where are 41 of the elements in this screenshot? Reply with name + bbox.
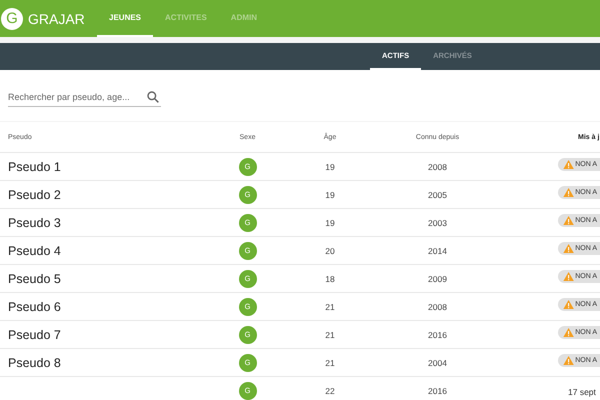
table-cell: 19: [325, 162, 335, 172]
table-cell: 2008: [428, 162, 447, 172]
app-name: GRAJAR: [28, 10, 85, 26]
table-cell: 18: [325, 274, 335, 284]
search-icon: [147, 91, 159, 103]
table-cell: 19: [325, 218, 335, 228]
table-cell: Pseudo 4: [8, 244, 61, 258]
warning-icon: [563, 214, 574, 226]
logo-avatar: G: [1, 8, 23, 30]
table-cell: 2008: [428, 302, 447, 312]
table-cell: Pseudo 8: [8, 356, 61, 370]
table-cell: Pseudo 1: [8, 160, 61, 174]
warning-icon: [563, 186, 574, 198]
warning-icon: [563, 354, 574, 366]
table-cell: 2016: [428, 330, 447, 340]
table-cell: Pseudo 2: [8, 188, 61, 202]
table-cell: 21: [325, 358, 335, 368]
nav-tab[interactable]: ADMIN: [218, 0, 270, 37]
table-cell: 2009: [428, 274, 447, 284]
table-cell: 19: [325, 190, 335, 200]
table-cell: 2014: [428, 246, 447, 256]
table-cell: 20: [325, 246, 335, 256]
nav-tab[interactable]: ACTIVITES: [153, 0, 219, 37]
warning-icon: [563, 158, 574, 170]
warning-icon: [563, 270, 574, 282]
table-cell: Pseudo 5: [8, 272, 61, 286]
warning-icon: [563, 298, 574, 310]
table-cell-text: 17 sept: [567, 386, 596, 396]
table-cell: 21: [325, 330, 335, 340]
search-field[interactable]: Rechercher par pseudo, age...: [8, 88, 161, 107]
table-cell: Pseudo 3: [8, 216, 61, 230]
table-cell: Pseudo 6: [8, 300, 61, 314]
table-cell: 2016: [428, 386, 447, 396]
warning-icon: [563, 326, 574, 338]
table-cell: 2003: [428, 218, 447, 228]
table-cell: 22: [325, 386, 335, 396]
table-cell: Pseudo 7: [8, 328, 61, 342]
table-cell: 2004: [428, 358, 447, 368]
warning-icon: [563, 242, 574, 254]
table-cell: 21: [325, 302, 335, 312]
table-cell: 2005: [428, 190, 447, 200]
